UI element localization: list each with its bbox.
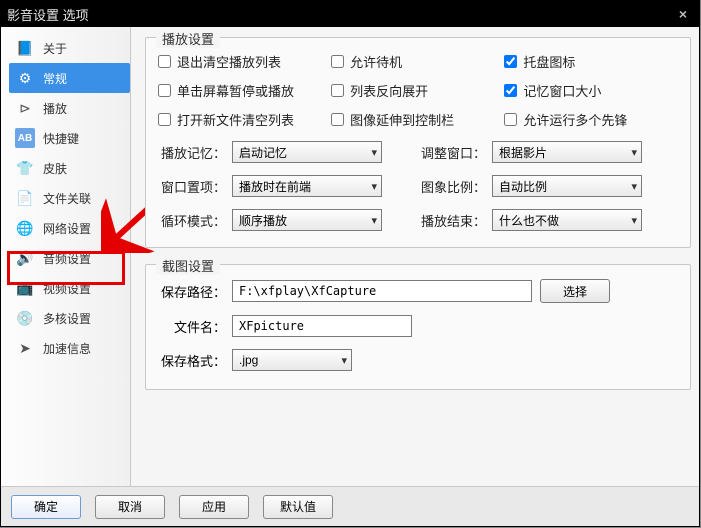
chk-click-pause[interactable]: 单击屏幕暂停或播放 bbox=[158, 81, 331, 100]
combo-aspect-ratio[interactable]: 自动比例 bbox=[492, 175, 642, 197]
sidebar-item-label: 播放 bbox=[43, 100, 67, 117]
sidebar: 📘 关于 ⚙ 常规 ⊳ 播放 AB 快捷键 👕 皮肤 📄 文件关联 bbox=[1, 27, 131, 486]
sidebar-item-multicore[interactable]: 💿 多核设置 bbox=[1, 303, 130, 333]
default-button[interactable]: 默认值 bbox=[263, 495, 333, 519]
globe-icon: 🌐 bbox=[15, 218, 35, 238]
sidebar-item-network[interactable]: 🌐 网络设置 bbox=[1, 213, 130, 243]
combo-resize-window[interactable]: 根据影片 bbox=[492, 141, 642, 163]
browse-button[interactable]: 选择 bbox=[540, 279, 610, 303]
combo-row: 循环模式： 顺序播放 播放结束： 什么也不做 bbox=[158, 209, 678, 231]
disc-icon: 💿 bbox=[15, 308, 35, 328]
content-area: 播放设置 退出清空播放列表 允许待机 托盘图标 单击屏幕暂停或播放 列表反向展开… bbox=[131, 27, 699, 486]
save-path-input[interactable] bbox=[232, 280, 532, 302]
ab-icon: AB bbox=[15, 128, 35, 148]
checkbox-row: 打开新文件清空列表 图像延伸到控制栏 允许运行多个先锋 bbox=[158, 110, 678, 129]
sidebar-item-skin[interactable]: 👕 皮肤 bbox=[1, 153, 130, 183]
chk-multi-instance[interactable]: 允许运行多个先锋 bbox=[504, 110, 677, 129]
cancel-button[interactable]: 取消 bbox=[95, 495, 165, 519]
dialog-footer: 确定 取消 应用 默认值 bbox=[1, 486, 699, 526]
chk-clear-on-exit[interactable]: 退出清空播放列表 bbox=[158, 52, 331, 71]
window-body: 📘 关于 ⚙ 常规 ⊳ 播放 AB 快捷键 👕 皮肤 📄 文件关联 bbox=[1, 27, 699, 486]
checkbox-row: 退出清空播放列表 允许待机 托盘图标 bbox=[158, 52, 678, 71]
chk-new-clear[interactable]: 打开新文件清空列表 bbox=[158, 110, 331, 129]
field-label: 窗口置项： bbox=[158, 177, 226, 196]
book-icon: 📘 bbox=[15, 38, 35, 58]
sidebar-item-video[interactable]: 📺 视频设置 bbox=[1, 273, 130, 303]
field-label: 保存格式： bbox=[158, 351, 226, 370]
sidebar-item-audio[interactable]: 🔊 音频设置 bbox=[1, 243, 130, 273]
sidebar-item-label: 皮肤 bbox=[43, 160, 67, 177]
file-icon: 📄 bbox=[15, 188, 35, 208]
sidebar-item-assoc[interactable]: 📄 文件关联 bbox=[1, 183, 130, 213]
sidebar-item-play[interactable]: ⊳ 播放 bbox=[1, 93, 130, 123]
play-settings-group: 播放设置 退出清空播放列表 允许待机 托盘图标 单击屏幕暂停或播放 列表反向展开… bbox=[145, 37, 691, 248]
field-label: 图象比例： bbox=[418, 177, 486, 196]
window-title: 影音设置 选项 bbox=[7, 5, 89, 24]
chk-remember-size[interactable]: 记忆窗口大小 bbox=[504, 81, 677, 100]
combo-row: 播放记忆： 启动记忆 调整窗口： 根据影片 bbox=[158, 141, 678, 163]
sidebar-item-label: 视频设置 bbox=[43, 280, 91, 297]
sidebar-item-label: 多核设置 bbox=[43, 310, 91, 327]
sidebar-item-label: 常规 bbox=[43, 70, 67, 87]
accel-icon: ➤ bbox=[15, 338, 35, 358]
chk-reverse-list[interactable]: 列表反向展开 bbox=[331, 81, 504, 100]
tv-icon: 📺 bbox=[15, 278, 35, 298]
checkbox-row: 单击屏幕暂停或播放 列表反向展开 记忆窗口大小 bbox=[158, 81, 678, 100]
sidebar-item-shortcut[interactable]: AB 快捷键 bbox=[1, 123, 130, 153]
sidebar-item-label: 音频设置 bbox=[43, 250, 91, 267]
combo-play-memory[interactable]: 启动记忆 bbox=[232, 141, 382, 163]
gear-icon: ⚙ bbox=[15, 68, 35, 88]
field-label: 保存路径： bbox=[158, 282, 226, 301]
field-label: 循环模式： bbox=[158, 211, 226, 230]
shirt-icon: 👕 bbox=[15, 158, 35, 178]
filename-input[interactable] bbox=[232, 315, 412, 337]
sidebar-item-label: 关于 bbox=[43, 40, 67, 57]
close-icon[interactable]: × bbox=[673, 6, 693, 22]
chk-extend-image[interactable]: 图像延伸到控制栏 bbox=[331, 110, 504, 129]
group-title: 截图设置 bbox=[156, 256, 220, 275]
sidebar-item-label: 文件关联 bbox=[43, 190, 91, 207]
screenshot-settings-group: 截图设置 保存路径： 选择 文件名： 保存格式： .jpg bbox=[145, 264, 691, 390]
field-label: 调整窗口： bbox=[418, 143, 486, 162]
chk-allow-standby[interactable]: 允许待机 bbox=[331, 52, 504, 71]
ok-button[interactable]: 确定 bbox=[11, 495, 81, 519]
titlebar: 影音设置 选项 × bbox=[1, 1, 699, 27]
sidebar-item-label: 加速信息 bbox=[43, 340, 91, 357]
apply-button[interactable]: 应用 bbox=[179, 495, 249, 519]
combo-loop-mode[interactable]: 顺序播放 bbox=[232, 209, 382, 231]
settings-window: 影音设置 选项 × 📘 关于 ⚙ 常规 ⊳ 播放 AB 快捷键 👕 皮肤 bbox=[0, 0, 700, 527]
combo-on-end[interactable]: 什么也不做 bbox=[492, 209, 642, 231]
field-label: 播放记忆： bbox=[158, 143, 226, 162]
play-icon: ⊳ bbox=[15, 98, 35, 118]
field-label: 文件名： bbox=[158, 317, 226, 336]
sidebar-item-about[interactable]: 📘 关于 bbox=[1, 33, 130, 63]
sidebar-item-label: 快捷键 bbox=[43, 130, 79, 147]
combo-row: 窗口置项： 播放时在前端 图象比例： 自动比例 bbox=[158, 175, 678, 197]
sidebar-item-label: 网络设置 bbox=[43, 220, 91, 237]
chk-tray-icon[interactable]: 托盘图标 bbox=[504, 52, 677, 71]
sidebar-item-general[interactable]: ⚙ 常规 bbox=[9, 63, 130, 93]
group-title: 播放设置 bbox=[156, 29, 220, 48]
speaker-icon: 🔊 bbox=[15, 248, 35, 268]
combo-window-top[interactable]: 播放时在前端 bbox=[232, 175, 382, 197]
combo-save-format[interactable]: .jpg bbox=[232, 349, 352, 371]
field-label: 播放结束： bbox=[418, 211, 486, 230]
sidebar-item-accel[interactable]: ➤ 加速信息 bbox=[1, 333, 130, 363]
